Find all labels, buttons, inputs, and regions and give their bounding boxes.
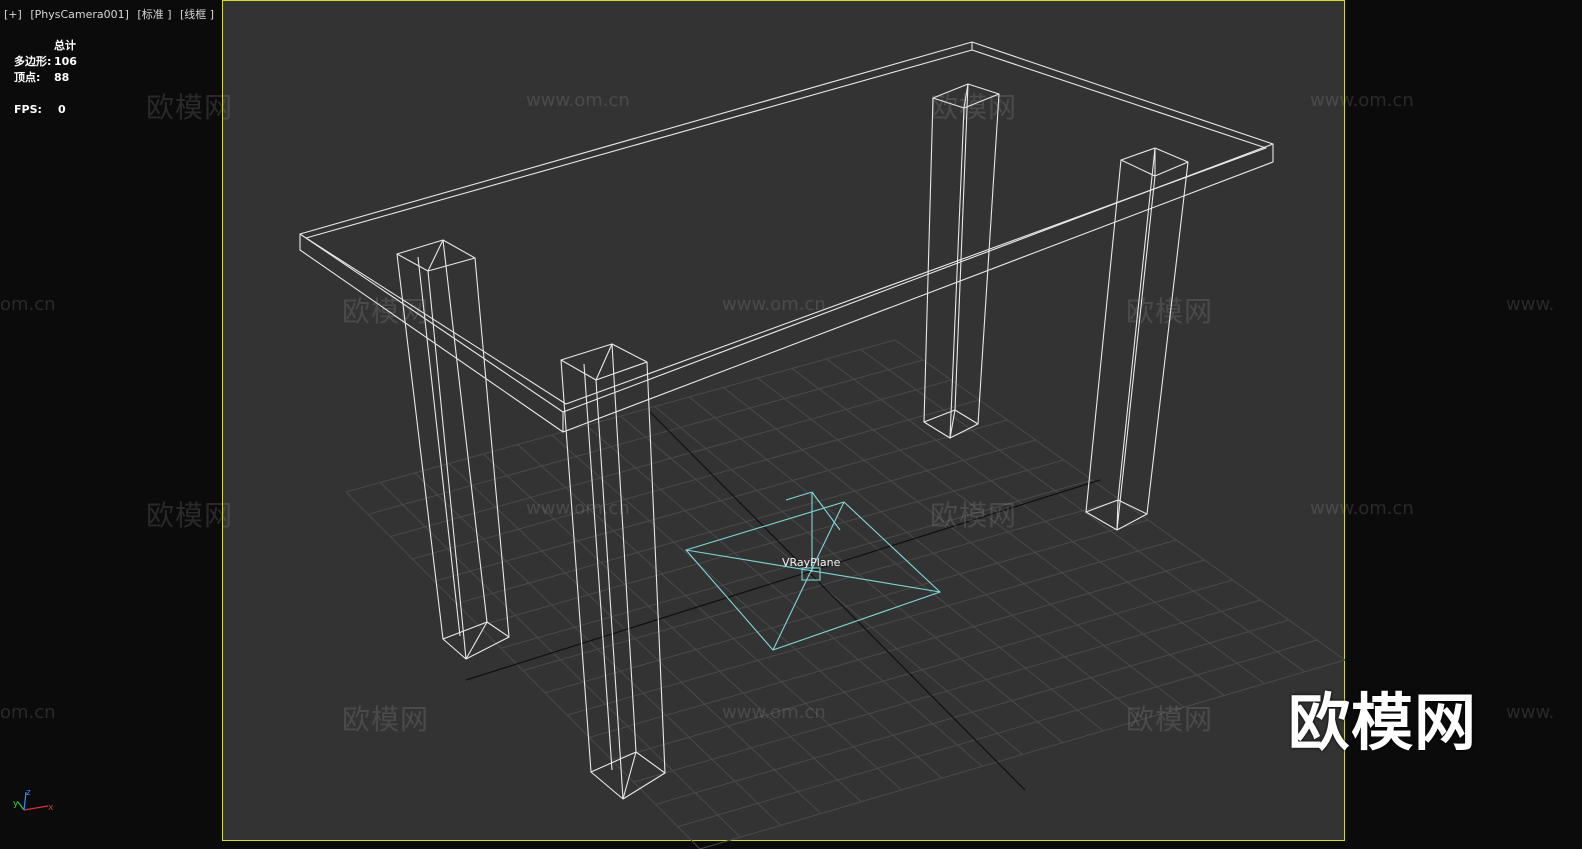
grid-line bbox=[826, 358, 1265, 685]
grid-line bbox=[655, 619, 1289, 805]
grid-line bbox=[544, 519, 1149, 694]
grid-line bbox=[699, 659, 1346, 849]
axis-y-label: y bbox=[13, 799, 19, 809]
ground-grid bbox=[345, 339, 1346, 849]
table-wireframe[interactable] bbox=[299, 41, 1274, 800]
vrayplane-label: VRayPlane bbox=[782, 556, 841, 569]
max-app: [+] [PhysCamera001] [标准 ] [线框 ] 总计 多边形: … bbox=[0, 0, 1582, 849]
axis-x-label: x bbox=[48, 803, 54, 813]
axis-tripod-icon: x y z bbox=[13, 788, 54, 813]
brand-logo: 欧模网 bbox=[1288, 686, 1478, 759]
grid-line bbox=[677, 639, 1318, 828]
grid-line bbox=[723, 387, 1144, 720]
grid-axes bbox=[465, 411, 1101, 791]
grid-line bbox=[654, 406, 1064, 744]
grid-line bbox=[633, 599, 1261, 783]
axis-z-label: z bbox=[26, 788, 31, 798]
grid-line bbox=[611, 579, 1233, 761]
grid-line bbox=[589, 559, 1205, 738]
vrayplane-object[interactable] bbox=[685, 491, 942, 651]
